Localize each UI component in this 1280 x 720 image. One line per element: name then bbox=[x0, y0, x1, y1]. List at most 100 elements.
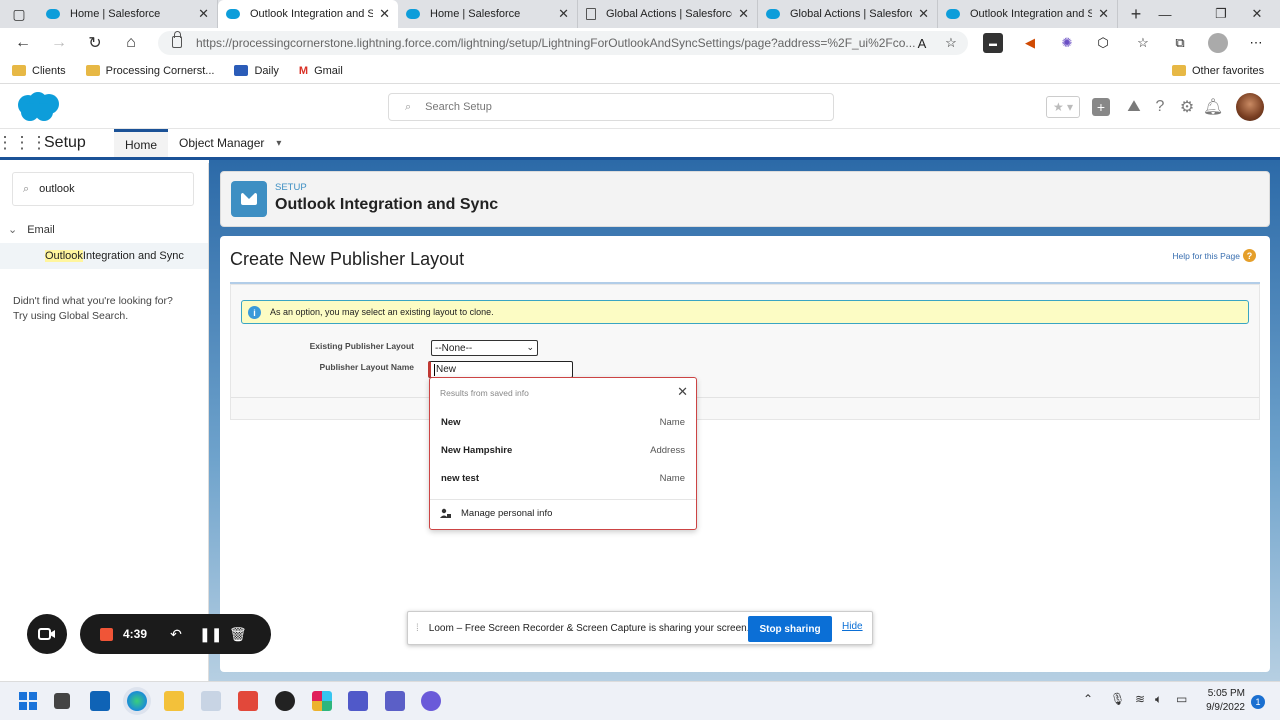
stop-recording-button[interactable] bbox=[100, 627, 113, 641]
chevron-up-icon[interactable]: ⌃ bbox=[1083, 692, 1093, 706]
loom-icon[interactable] bbox=[421, 691, 441, 711]
chevron-down-icon: ⌄ bbox=[526, 342, 534, 352]
collections-icon[interactable]: ⧉ bbox=[1170, 33, 1190, 53]
avatar[interactable] bbox=[1236, 93, 1264, 121]
file-explorer-icon[interactable] bbox=[164, 691, 184, 711]
refresh-icon[interactable]: ↻ bbox=[77, 33, 113, 53]
drag-handle-icon[interactable]: ⁞ bbox=[416, 623, 419, 634]
bookmark-processing[interactable]: Processing Cornerst... bbox=[85, 65, 214, 77]
pause-icon[interactable]: ❚❚ bbox=[199, 626, 222, 643]
extension-icon[interactable]: ▬ bbox=[983, 33, 1003, 53]
forward-icon[interactable]: → bbox=[41, 34, 77, 52]
task-view-icon[interactable] bbox=[54, 693, 70, 709]
trash-icon[interactable]: 🗑︎ bbox=[229, 626, 247, 643]
teams-icon[interactable] bbox=[385, 691, 405, 711]
outlook-icon[interactable] bbox=[90, 691, 110, 711]
page-header: SETUP Outlook Integration and Sync bbox=[220, 171, 1270, 227]
divider bbox=[430, 499, 696, 500]
bookmark-daily[interactable]: Daily bbox=[234, 65, 279, 77]
chevron-down-icon[interactable]: ⌄ bbox=[8, 224, 17, 236]
extensions-icon[interactable]: ⬡ bbox=[1093, 33, 1113, 53]
autofill-option[interactable]: New Hampshire Address bbox=[430, 436, 696, 464]
close-tab-icon[interactable]: ✕ bbox=[918, 6, 929, 22]
undo-icon[interactable]: ↶ bbox=[169, 626, 183, 643]
minimize-button[interactable]: — bbox=[1142, 0, 1188, 28]
stop-sharing-button[interactable]: Stop sharing bbox=[748, 616, 832, 642]
not-found-hint: Didn't find what you're looking for? Try … bbox=[13, 295, 173, 322]
setup-search[interactable]: ⌕ Search Setup bbox=[388, 93, 834, 121]
autofill-option[interactable]: new test Name bbox=[430, 464, 696, 492]
bookmark-clients[interactable]: Clients bbox=[12, 65, 66, 77]
autofill-header: Results from saved info bbox=[440, 388, 529, 398]
chevron-down-icon[interactable]: ▾ bbox=[276, 138, 281, 149]
autofill-option[interactable]: New Name bbox=[430, 408, 696, 436]
tab-actions-icon[interactable]: ▢ bbox=[0, 0, 38, 28]
lock-icon bbox=[172, 31, 182, 48]
extension-icon[interactable]: ✺ bbox=[1057, 33, 1077, 53]
app-icon[interactable] bbox=[275, 691, 295, 711]
hide-button[interactable]: Hide bbox=[842, 621, 863, 632]
home-icon[interactable]: ⌂ bbox=[113, 34, 149, 52]
notification-badge[interactable]: 1 bbox=[1251, 695, 1265, 709]
profile-icon[interactable] bbox=[1208, 33, 1228, 53]
manage-personal-info-link[interactable]: Manage personal info bbox=[440, 508, 552, 519]
wifi-icon[interactable]: ≋ bbox=[1135, 692, 1145, 706]
slack-icon[interactable] bbox=[312, 691, 332, 711]
app-icon[interactable] bbox=[238, 691, 258, 711]
computer-icon[interactable] bbox=[201, 691, 221, 711]
salesforce-logo[interactable] bbox=[14, 91, 62, 123]
browser-tab[interactable]: Global Actions | Salesforce ✕ bbox=[578, 0, 758, 28]
more-menu-icon[interactable]: ⋯ bbox=[1246, 33, 1266, 53]
help-icon[interactable]: ? bbox=[1243, 249, 1256, 262]
read-aloud-icon[interactable]: A bbox=[912, 33, 932, 53]
close-tab-icon[interactable]: ✕ bbox=[198, 6, 209, 22]
favorites-icon[interactable]: ☆ bbox=[1133, 33, 1153, 53]
teams-icon[interactable] bbox=[348, 691, 368, 711]
tree-node-email[interactable]: ⌄ Email bbox=[8, 223, 55, 236]
edge-browser-icon[interactable] bbox=[127, 691, 147, 711]
windows-taskbar: ⌃ 🎙︎ ≋ 🔈︎ ▭ 5:05 PM 9/9/2022 1 bbox=[0, 681, 1280, 720]
layout-name-label: Publisher Layout Name bbox=[319, 362, 414, 372]
url-field[interactable]: https://processingcornerstone.lightning.… bbox=[158, 31, 968, 55]
close-icon[interactable]: ✕ bbox=[677, 384, 688, 400]
trailhead-icon[interactable]: ⛰ bbox=[1124, 97, 1144, 117]
tab-object-manager[interactable]: Object Manager ▾ bbox=[168, 129, 292, 157]
browser-tab[interactable]: Outlook Integration and Sy ✕ bbox=[938, 0, 1118, 28]
microphone-icon[interactable]: 🎙︎ bbox=[1110, 692, 1125, 706]
extension-icon[interactable]: ◀ bbox=[1020, 33, 1040, 53]
global-actions-icon[interactable]: + bbox=[1092, 98, 1110, 116]
gear-icon[interactable]: ⚙ bbox=[1177, 97, 1197, 117]
browser-tab[interactable]: Home | Salesforce ✕ bbox=[38, 0, 218, 28]
browser-tab[interactable]: Global Actions | Salesforce ✕ bbox=[758, 0, 938, 28]
camera-toggle-button[interactable] bbox=[27, 614, 67, 654]
existing-layout-select[interactable]: --None-- ⌄ bbox=[431, 340, 538, 356]
help-link[interactable]: Help for this Page bbox=[1172, 251, 1240, 261]
system-clock[interactable]: 5:05 PM 9/9/2022 bbox=[1200, 687, 1245, 715]
close-tab-icon[interactable]: ✕ bbox=[738, 6, 749, 22]
button-row-divider bbox=[231, 397, 1259, 398]
battery-icon[interactable]: ▭ bbox=[1176, 692, 1187, 706]
close-tab-icon[interactable]: ✕ bbox=[1098, 6, 1109, 22]
video-camera-icon bbox=[38, 628, 55, 640]
bookmark-other-favorites[interactable]: Other favorites bbox=[1172, 65, 1264, 77]
close-tab-icon[interactable]: ✕ bbox=[379, 6, 390, 22]
help-icon[interactable]: ? bbox=[1150, 97, 1170, 117]
windows-start-icon[interactable] bbox=[18, 691, 38, 711]
browser-tab-active[interactable]: Outlook Integration and Sy ✕ bbox=[218, 0, 398, 28]
sidebar-item-outlook-integration[interactable]: Outlook Integration and Sync bbox=[0, 243, 208, 269]
layout-name-input[interactable]: New bbox=[428, 361, 573, 378]
favorite-add-icon[interactable]: ☆ bbox=[941, 33, 961, 53]
search-icon: ⌕ bbox=[405, 100, 412, 113]
close-window-button[interactable]: ✕ bbox=[1234, 0, 1280, 28]
bell-icon[interactable]: 🔔︎ bbox=[1203, 97, 1223, 117]
favorites-star-icon[interactable]: ★ ▾ bbox=[1046, 96, 1080, 118]
salesforce-cloud-icon bbox=[226, 9, 240, 19]
back-icon[interactable]: ← bbox=[5, 34, 41, 52]
bookmark-gmail[interactable]: M Gmail bbox=[299, 65, 343, 77]
app-launcher-icon[interactable]: ⋮⋮⋮ bbox=[0, 129, 48, 157]
browser-tab[interactable]: Home | Salesforce ✕ bbox=[398, 0, 578, 28]
quick-find-input[interactable]: ⌕ outlook bbox=[12, 172, 194, 206]
close-tab-icon[interactable]: ✕ bbox=[558, 6, 569, 22]
tab-home[interactable]: Home bbox=[114, 129, 169, 157]
volume-icon[interactable]: 🔈︎ bbox=[1155, 692, 1162, 707]
